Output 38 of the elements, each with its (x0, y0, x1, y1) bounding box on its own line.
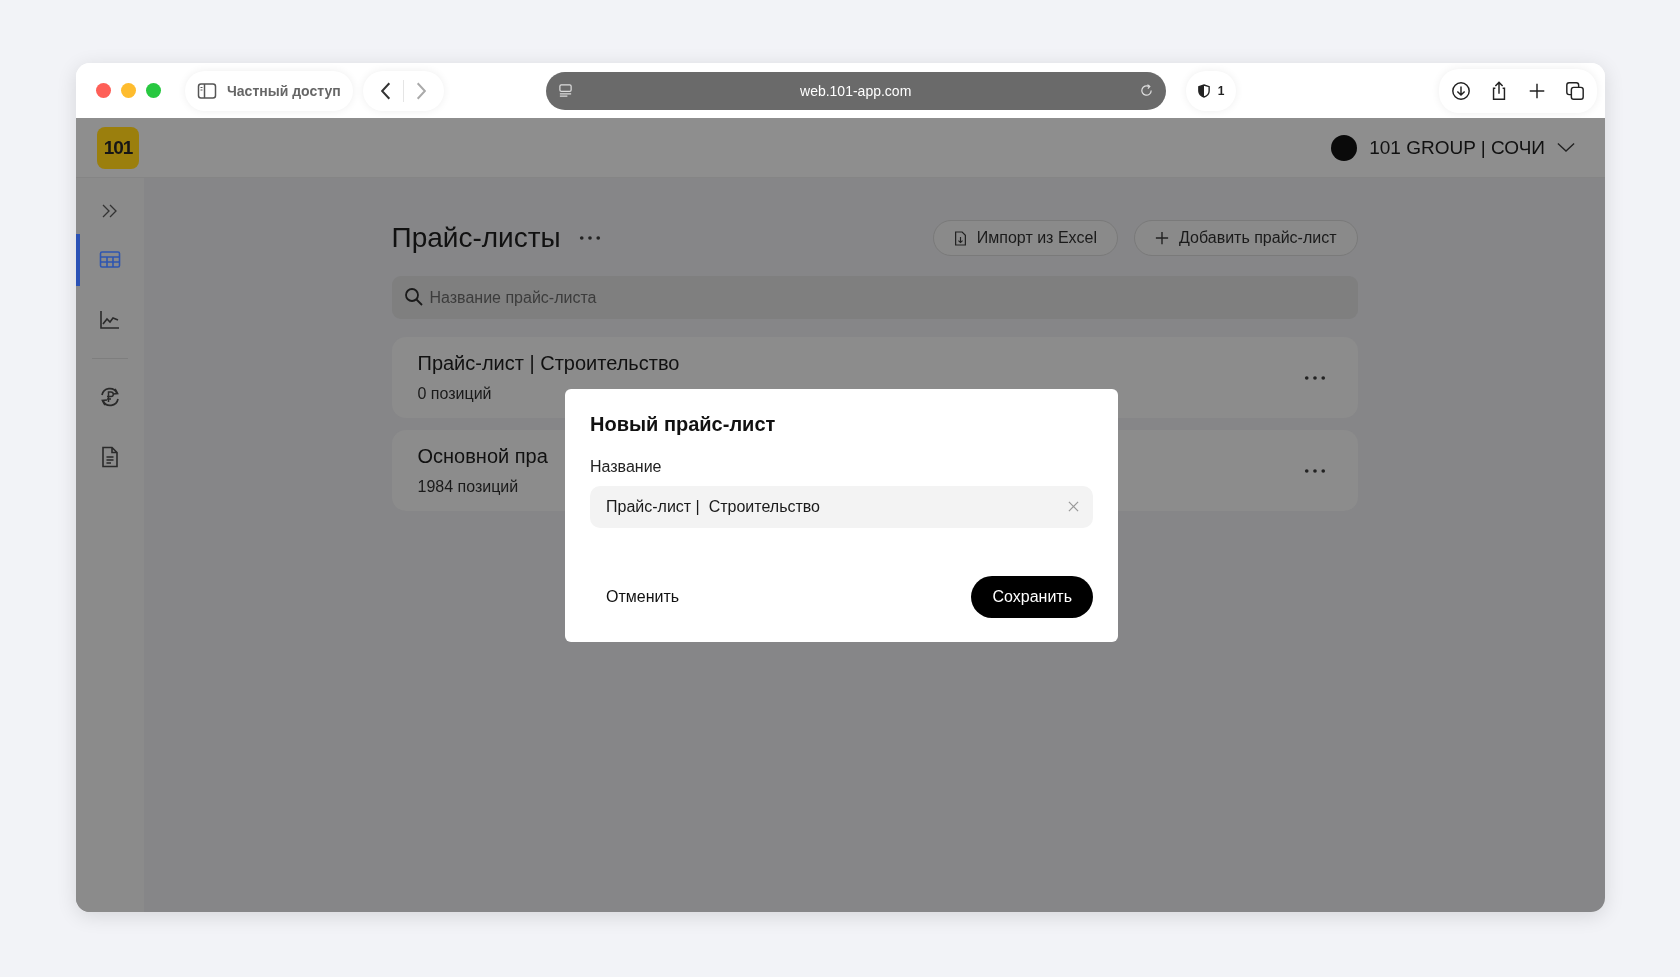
ruble-exchange-icon (98, 385, 122, 409)
privacy-report-button[interactable]: 1 (1185, 70, 1237, 111)
organization-selector[interactable]: 101 GROUP | СОЧИ (1325, 133, 1581, 162)
more-icon[interactable] (1303, 374, 1326, 381)
cancel-button[interactable]: Отменить (590, 579, 696, 614)
tabs-overview-icon[interactable] (1565, 80, 1585, 101)
logo[interactable]: 101 (97, 126, 139, 169)
more-icon[interactable] (1303, 467, 1326, 474)
organization-avatar-icon (1331, 134, 1358, 161)
chevron-right-icon (415, 81, 426, 100)
line-chart-icon (98, 308, 122, 332)
plus-icon (1155, 231, 1169, 245)
chevron-down-icon (1557, 142, 1575, 153)
field-label: Название (590, 457, 663, 476)
page-title: Прайс-листы (391, 222, 561, 254)
shield-icon (1197, 83, 1210, 98)
close-window-button[interactable] (96, 83, 111, 98)
name-input-field[interactable]: Прайс-лист | Строительство (590, 485, 1093, 528)
address-bar[interactable]: web.101-app.com (545, 71, 1166, 110)
zoom-window-button[interactable] (146, 83, 161, 98)
url-text: web.101-app.com (799, 82, 913, 99)
download-icon[interactable] (1451, 80, 1471, 101)
import-button[interactable]: Импорт из Excel (932, 220, 1118, 256)
search-field[interactable]: Название прайс-листа (391, 276, 1358, 319)
page-menu-icon (557, 83, 573, 98)
price-list-name: Прайс-лист | Строительство (417, 352, 680, 375)
reload-icon[interactable] (1138, 83, 1154, 98)
item-count: 0 позиций (417, 385, 492, 403)
item-count: 1984 позиций (417, 478, 519, 496)
chevron-left-icon (380, 81, 391, 100)
add-button[interactable]: Добавить прайс-лист (1134, 220, 1358, 256)
more-icon[interactable] (578, 235, 601, 241)
save-button[interactable]: Сохранить (971, 575, 1093, 618)
price-list-name: Основной пра (417, 445, 548, 468)
clear-icon[interactable] (1068, 500, 1079, 512)
file-import-icon (953, 230, 967, 246)
private-browsing-button[interactable]: Частный доступ (185, 70, 353, 111)
sidebar-icon (197, 80, 217, 101)
